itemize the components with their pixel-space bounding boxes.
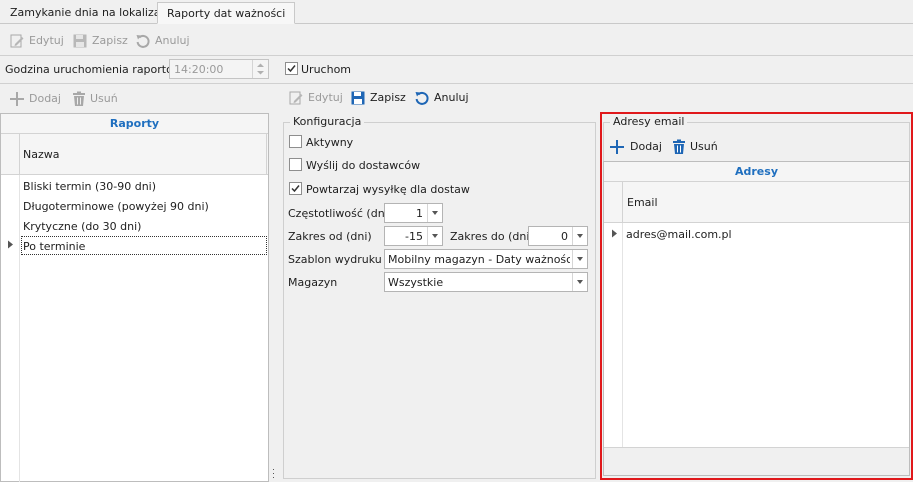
detail-save-label: Zapisz [370, 91, 406, 104]
cancel-label: Anuluj [155, 34, 190, 47]
detail-cancel-button[interactable]: Anuluj [413, 88, 475, 108]
range-to-label: Zakres do (dni) [450, 230, 534, 243]
pencil-icon [289, 91, 303, 105]
time-spinner[interactable] [252, 60, 268, 78]
cancel-button[interactable]: Anuluj [134, 31, 194, 51]
range-from-label: Zakres od (dni) [288, 230, 372, 243]
template-value: Mobilny magazyn - Daty ważności (... [388, 253, 570, 266]
detail-save-button[interactable]: Zapisz [349, 88, 407, 108]
row-indicator-header [1, 134, 20, 174]
repeat-checkbox[interactable] [289, 182, 302, 195]
frequency-dropdown[interactable] [427, 204, 442, 222]
range-from-value: -15 [405, 230, 423, 243]
tab-expiry-reports[interactable]: Raporty dat ważności [157, 2, 296, 24]
plus-icon [10, 92, 24, 106]
detail-cancel-label: Anuluj [434, 91, 469, 104]
vertical-splitter[interactable] [272, 84, 275, 482]
spin-arrows-icon [257, 63, 264, 75]
floppy-icon [73, 34, 87, 48]
frequency-input[interactable]: 1 [384, 203, 443, 223]
warehouse-label: Magazyn [288, 276, 338, 289]
warehouse-select[interactable]: Wszystkie [384, 272, 588, 292]
undo-icon [136, 34, 150, 48]
table-row[interactable]: Krytyczne (do 30 dni) [21, 216, 268, 236]
tab-closing-day[interactable]: Zamykanie dnia na lokalizacji [1, 2, 182, 24]
remove-report-label: Usuń [90, 92, 118, 105]
tab-strip: Zamykanie dnia na lokalizacji Raporty da… [0, 0, 913, 24]
save-button[interactable]: Zapisz [71, 31, 129, 51]
active-checkbox[interactable] [289, 135, 302, 148]
warehouse-dropdown[interactable] [572, 273, 587, 291]
edit-label: Edytuj [29, 34, 64, 47]
report-name: Krytyczne (do 30 dni) [23, 220, 142, 233]
frequency-value: 1 [416, 207, 423, 220]
trash-icon [73, 91, 85, 106]
config-title: Konfiguracja [290, 115, 365, 128]
range-from-input[interactable]: -15 [384, 226, 443, 246]
add-report-button[interactable]: Dodaj [8, 89, 64, 109]
reports-grid: Raporty Nazwa Bliski termin (30-90 dni) … [0, 113, 269, 482]
active-label: Aktywny [306, 136, 354, 149]
reports-grid-title: Raporty [1, 114, 268, 134]
run-label: Uruchom [301, 63, 352, 76]
template-label: Szablon wydruku [288, 253, 382, 266]
send-suppliers-checkbox[interactable] [289, 158, 302, 171]
report-name: Bliski termin (30-90 dni) [23, 180, 157, 193]
checkmark-icon [291, 185, 300, 193]
add-report-label: Dodaj [29, 92, 61, 105]
frequency-label: Częstotliwość (dni) [288, 207, 393, 220]
report-name: Długoterminowe (powyżej 90 dni) [23, 200, 209, 213]
range-to-value: 0 [561, 230, 568, 243]
start-time-input[interactable]: 14:20:00 [169, 59, 269, 79]
range-to-input[interactable]: 0 [528, 226, 588, 246]
start-time-value: 14:20:00 [174, 63, 224, 76]
undo-icon [415, 91, 429, 105]
table-row-selected[interactable]: Po terminie [21, 236, 267, 255]
send-suppliers-label: Wyślij do dostawców [306, 159, 421, 172]
row-pointer-icon [8, 240, 13, 249]
pencil-icon [10, 34, 24, 48]
range-from-dropdown[interactable] [427, 227, 442, 245]
edit-button[interactable]: Edytuj [8, 31, 66, 51]
row-indicator-column [1, 175, 20, 482]
checkmark-icon [287, 65, 296, 73]
table-row[interactable]: Bliski termin (30-90 dni) [21, 176, 268, 196]
schedule-divider [0, 83, 913, 84]
config-group: Konfiguracja [283, 115, 596, 479]
save-label: Zapisz [92, 34, 128, 47]
remove-report-button[interactable]: Usuń [70, 89, 122, 109]
detail-edit-button[interactable]: Edytuj [287, 88, 345, 108]
warehouse-value: Wszystkie [388, 276, 444, 289]
template-select[interactable]: Mobilny magazyn - Daty ważności (... [384, 249, 588, 269]
column-name-label[interactable]: Nazwa [23, 148, 59, 161]
toolbar-divider [0, 55, 913, 56]
repeat-label: Powtarzaj wysyłkę dla dostaw [306, 183, 470, 196]
run-checkbox[interactable] [285, 62, 298, 75]
column-divider[interactable] [266, 134, 267, 174]
detail-edit-label: Edytuj [308, 91, 343, 104]
floppy-icon [351, 91, 365, 105]
reports-column-header: Nazwa [1, 134, 268, 175]
template-dropdown[interactable] [572, 250, 587, 268]
range-to-dropdown[interactable] [572, 227, 587, 245]
highlight-frame [600, 112, 913, 480]
report-name: Po terminie [23, 240, 86, 253]
start-time-label: Godzina uruchomienia raportów [5, 63, 182, 76]
table-row[interactable]: Długoterminowe (powyżej 90 dni) [21, 196, 268, 216]
